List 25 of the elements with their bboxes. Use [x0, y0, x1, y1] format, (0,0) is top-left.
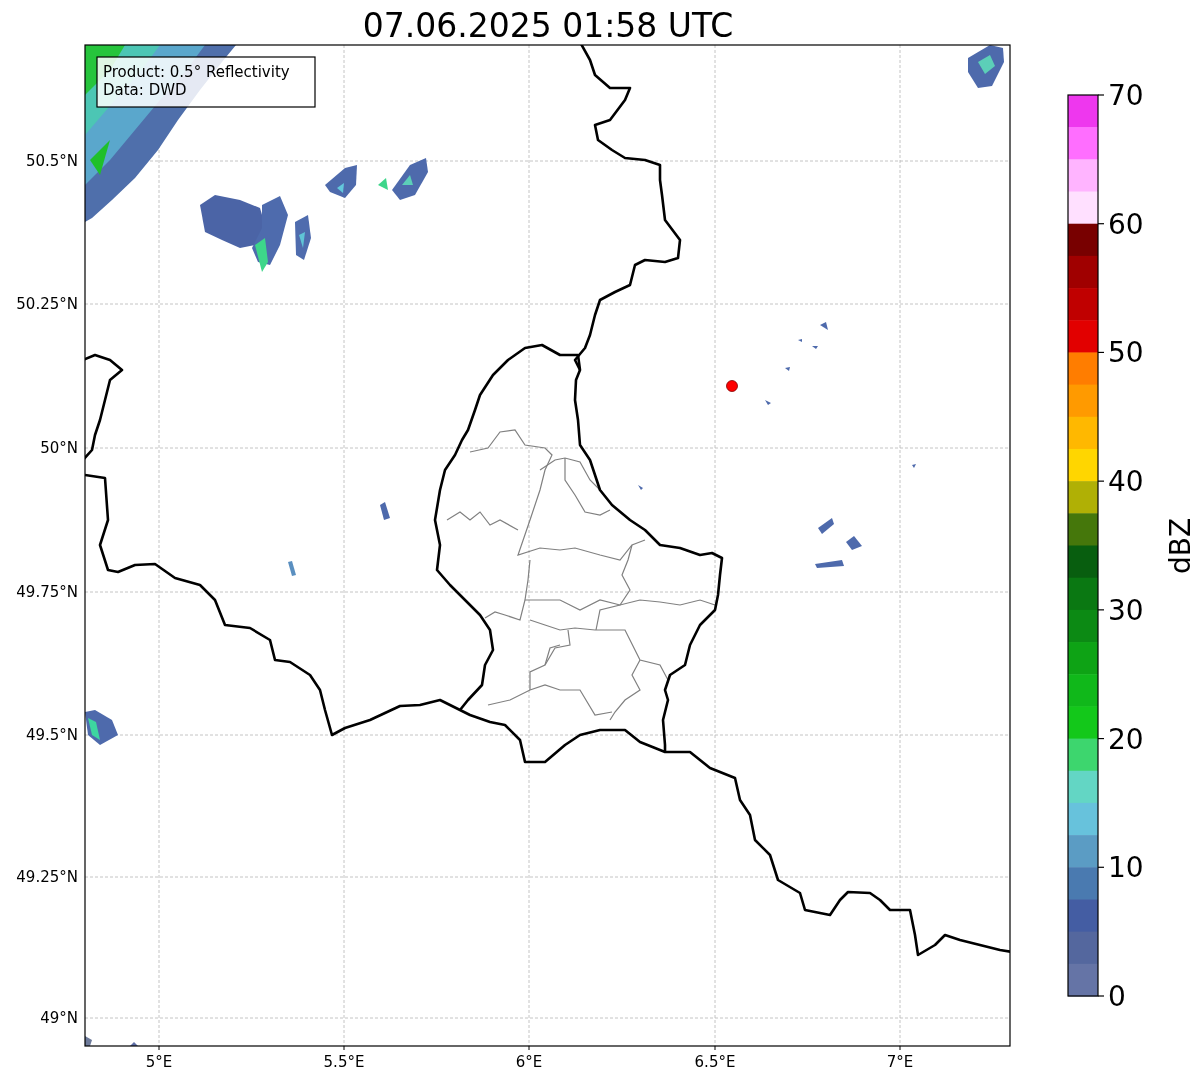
latitude-label: 49.5°N	[25, 726, 78, 744]
longitude-label: 6.5°E	[694, 1053, 736, 1071]
latitude-label: 49.25°N	[16, 868, 78, 886]
latitude-label: 50.5°N	[25, 152, 78, 170]
latitude-label: 49.75°N	[16, 583, 78, 601]
colorbar-tick-label: 0	[1108, 980, 1126, 1013]
latitude-label: 49°N	[40, 1009, 78, 1027]
longitude-label: 6°E	[515, 1053, 543, 1071]
colorbar-tick-label: 70	[1108, 79, 1144, 112]
colorbar-tick-label: 20	[1108, 722, 1144, 756]
latitude-label: 50°N	[40, 439, 78, 457]
colorbar-tick-label: 40	[1108, 465, 1144, 499]
chart-title: 07.06.2025 01:58 UTC	[362, 6, 734, 45]
colorbar-label: dBZ	[1164, 517, 1197, 575]
colorbar-tick-label: 10	[1108, 851, 1144, 885]
legend-text: Data: DWD	[103, 81, 187, 99]
colorbar-tick-label: 30	[1108, 593, 1144, 627]
latitude-label: 50.25°N	[16, 295, 78, 313]
radar-station-marker	[726, 380, 738, 392]
colorbar-tick-label: 50	[1108, 336, 1144, 370]
longitude-label: 7°E	[886, 1053, 914, 1071]
legend-text: Product: 0.5° Reflectivity	[103, 63, 290, 81]
longitude-label: 5°E	[145, 1053, 173, 1071]
longitude-label: 5.5°E	[323, 1053, 365, 1071]
colorbar-tick-label: 60	[1108, 207, 1144, 241]
